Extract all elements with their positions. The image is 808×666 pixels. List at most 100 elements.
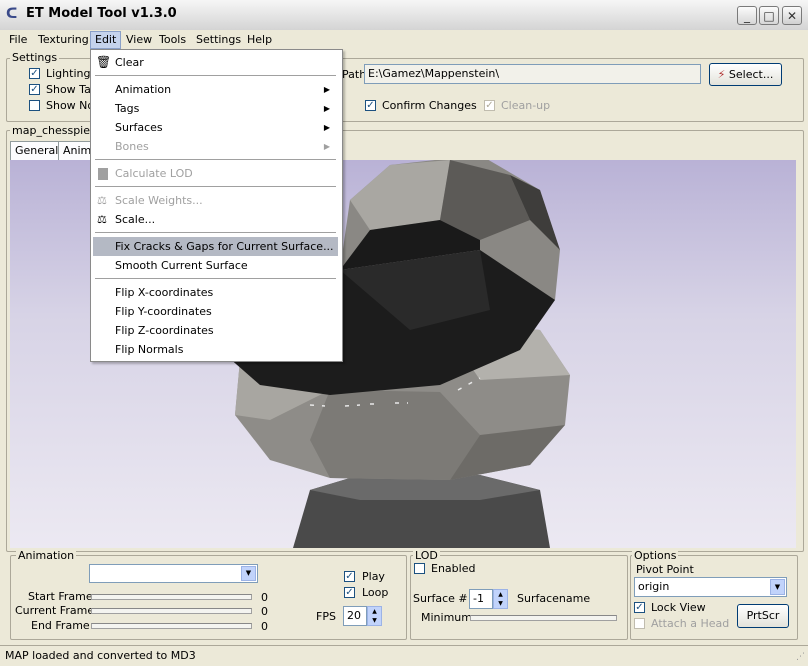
menu-item-flip-x-label: Flip X-coordinates: [115, 286, 214, 299]
cleanup-label: Clean-up: [501, 99, 551, 112]
select-button-label: Select...: [728, 68, 774, 81]
chevron-down-icon[interactable]: ▼: [241, 566, 256, 581]
lock-view-label: Lock View: [651, 601, 706, 614]
fps-input[interactable]: 20: [343, 606, 367, 626]
submenu-arrow-icon: ▶: [323, 123, 330, 132]
menu-separator: [95, 159, 336, 160]
menu-item-scale[interactable]: ⚖ Scale...: [93, 210, 338, 229]
menu-item-flip-z[interactable]: Flip Z-coordinates: [93, 321, 338, 340]
menu-item-flip-y[interactable]: Flip Y-coordinates: [93, 302, 338, 321]
surface-number-label: Surface #: [413, 592, 468, 605]
menu-tools[interactable]: Tools: [155, 32, 190, 48]
confirm-changes-label: Confirm Changes: [382, 99, 477, 112]
menu-item-smooth-surface[interactable]: Smooth Current Surface: [93, 256, 338, 275]
menu-bar: File Texturing Edit View Tools Settings …: [0, 30, 808, 49]
options-group-label: Options: [632, 549, 679, 562]
menu-item-scale-label: Scale...: [115, 213, 156, 226]
scale-weights-icon: ⚖: [97, 194, 107, 207]
lod-group-label: LOD: [413, 549, 440, 562]
surface-number-input[interactable]: -1: [469, 589, 493, 609]
resize-grip-icon[interactable]: ⋰: [796, 652, 805, 662]
chevron-down-icon[interactable]: ▼: [770, 579, 785, 595]
current-frame-label: Current Frame: [15, 604, 95, 617]
menu-item-calculate-lod-label: Calculate LOD: [115, 167, 193, 180]
surface-number-stepper[interactable]: ▲ ▼: [493, 589, 508, 609]
submenu-arrow-icon: ▶: [323, 85, 330, 94]
tab-general[interactable]: General: [10, 141, 64, 160]
pivot-point-value: origin: [638, 580, 670, 593]
edit-menu-dropdown: 🗑 Clear Animation ▶ Tags ▶ Surfaces ▶ Bo…: [90, 49, 343, 362]
current-frame-slider[interactable]: [91, 608, 252, 614]
lighting-checkbox[interactable]: ✓: [29, 68, 40, 79]
end-frame-value: 0: [261, 620, 268, 633]
play-label: Play: [362, 570, 385, 583]
menu-item-surfaces[interactable]: Surfaces ▶: [93, 118, 338, 137]
lod-icon: [98, 168, 108, 180]
menu-separator: [95, 278, 336, 279]
pivot-point-select[interactable]: origin ▼: [634, 577, 787, 597]
cleanup-checkbox[interactable]: ✓: [484, 100, 495, 111]
lod-enabled-checkbox[interactable]: [414, 563, 425, 574]
menu-item-clear-label: Clear: [115, 56, 144, 69]
end-frame-slider[interactable]: [91, 623, 252, 629]
path-field[interactable]: E:\Gamez\Mappenstein\: [364, 64, 701, 84]
fps-stepper[interactable]: ▲ ▼: [367, 606, 382, 626]
lock-view-checkbox[interactable]: ✓: [634, 602, 645, 613]
loop-checkbox[interactable]: ✓: [344, 587, 355, 598]
play-checkbox[interactable]: ✓: [344, 571, 355, 582]
menu-separator: [95, 186, 336, 187]
menu-separator: [95, 232, 336, 233]
title-bar: ᑕ ET Model Tool v1.3.0 _ □ ✕: [0, 0, 808, 31]
menu-item-bones-label: Bones: [115, 140, 149, 153]
menu-item-flip-y-label: Flip Y-coordinates: [115, 305, 212, 318]
menu-item-tags[interactable]: Tags ▶: [93, 99, 338, 118]
loop-label: Loop: [362, 586, 389, 599]
show-ta-checkbox[interactable]: ✓: [29, 84, 40, 95]
menu-item-fix-cracks-label: Fix Cracks & Gaps for Current Surface...: [115, 240, 334, 253]
select-button[interactable]: ⚡ Select...: [709, 63, 782, 86]
menu-view[interactable]: View: [122, 32, 156, 48]
show-ta-label: Show Ta: [46, 83, 91, 96]
menu-item-bones[interactable]: Bones ▶: [93, 137, 338, 156]
pivot-point-label: Pivot Point: [636, 563, 694, 576]
menu-item-smooth-surface-label: Smooth Current Surface: [115, 259, 248, 272]
attach-head-checkbox[interactable]: [634, 618, 645, 629]
menu-item-surfaces-label: Surfaces: [115, 121, 163, 134]
lod-minimum-label: Minimum: [421, 611, 472, 624]
start-frame-slider[interactable]: [91, 594, 252, 600]
lod-enabled-label: Enabled: [431, 562, 476, 575]
menu-item-scale-weights[interactable]: ⚖ Scale Weights...: [93, 191, 338, 210]
menu-separator: [95, 75, 336, 76]
menu-settings[interactable]: Settings: [192, 32, 245, 48]
status-bar: MAP loaded and converted to MD3 ⋰: [0, 645, 808, 666]
lighting-label: Lighting: [46, 67, 91, 80]
surfacename-label: Surfacename: [517, 592, 591, 605]
menu-edit[interactable]: Edit: [90, 31, 122, 49]
menu-item-flip-normals-label: Flip Normals: [115, 343, 184, 356]
lod-minimum-slider[interactable]: [470, 615, 617, 621]
menu-file[interactable]: File: [5, 32, 31, 48]
menu-item-animation[interactable]: Animation ▶: [93, 80, 338, 99]
confirm-changes-checkbox[interactable]: ✓: [365, 100, 376, 111]
show-no-checkbox[interactable]: [29, 100, 40, 111]
prtscr-button[interactable]: PrtScr: [737, 604, 789, 628]
menu-texturing[interactable]: Texturing: [34, 32, 93, 48]
start-frame-value: 0: [261, 591, 268, 604]
path-label: Path: [342, 68, 367, 81]
close-button[interactable]: ✕: [782, 6, 802, 25]
menu-help[interactable]: Help: [243, 32, 276, 48]
trash-icon: 🗑: [96, 55, 112, 69]
menu-item-flip-x[interactable]: Flip X-coordinates: [93, 283, 338, 302]
animation-dropdown[interactable]: ▼: [89, 564, 258, 583]
menu-item-clear[interactable]: 🗑 Clear: [93, 53, 338, 72]
maximize-button[interactable]: □: [759, 6, 779, 25]
window-title: ET Model Tool v1.3.0: [26, 6, 177, 21]
menu-item-fix-cracks[interactable]: Fix Cracks & Gaps for Current Surface...: [93, 237, 338, 256]
menu-item-tags-label: Tags: [115, 102, 140, 115]
end-frame-label: End Frame: [31, 619, 90, 632]
submenu-arrow-icon: ▶: [323, 142, 330, 151]
menu-item-calculate-lod[interactable]: Calculate LOD: [93, 164, 338, 183]
menu-item-flip-normals[interactable]: Flip Normals: [93, 340, 338, 359]
minimize-button[interactable]: _: [737, 6, 757, 25]
attach-head-label: Attach a Head: [651, 617, 730, 630]
